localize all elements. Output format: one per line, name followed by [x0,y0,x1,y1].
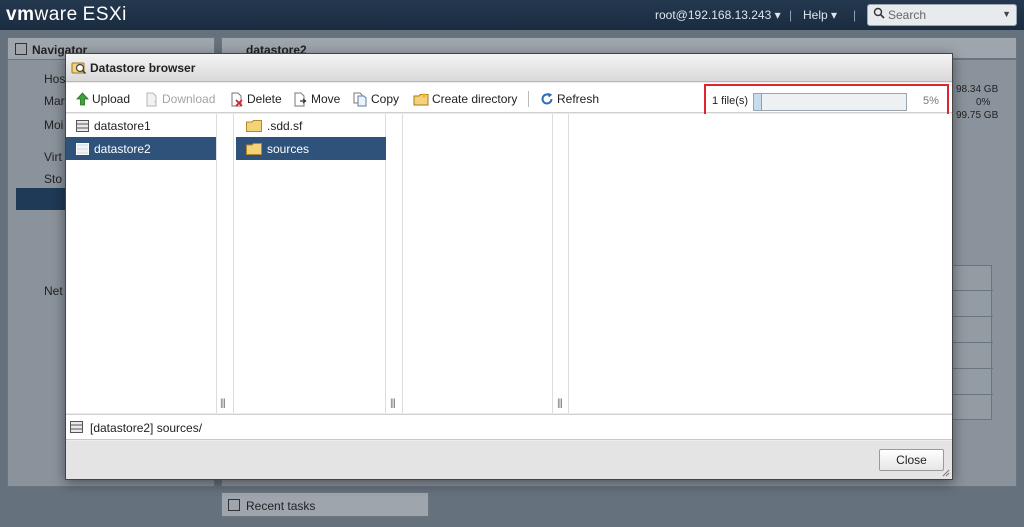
dialog-title: Datastore browser [90,61,196,75]
folder-row-sdd-sf[interactable]: .sdd.sf [236,114,386,137]
datastore-browser-dialog: Datastore browser Upload Download Delete… [65,53,953,480]
move-label: Move [311,92,341,106]
delete-button[interactable]: Delete [230,91,282,107]
brand-esxi: ESXi [82,4,127,25]
delete-label: Delete [247,92,282,106]
stat-capacity: 98.34 GB [956,84,999,95]
copy-files-icon [353,92,367,106]
datastore-browser-icon [71,62,87,75]
upload-progress-fill [754,94,762,110]
brand-vm: vm [6,4,35,25]
download-button[interactable]: Download [145,91,215,107]
nav-item-monitor[interactable]: Moi [44,118,63,132]
datastore-name: datastore2 [94,141,151,156]
upload-percent: 5% [923,95,939,107]
detail-column [568,114,952,413]
browser-toolbar: Upload Download Delete Move Copy Create … [66,83,952,120]
column-resize-grip[interactable]: ||| [557,398,563,409]
vmware-esxi-logo: vmware ESXi [6,4,127,26]
upload-arrow-icon [76,92,89,106]
top-separator-2: | [853,8,857,22]
delete-file-icon [231,92,243,107]
column-resize-grip[interactable]: ||| [220,398,226,409]
top-separator: | [789,8,793,22]
new-folder-icon [413,92,429,106]
dialog-footer: Close [66,441,952,479]
download-label: Download [162,92,216,106]
background-table [952,265,993,420]
current-path: [datastore2] sources/ [90,421,203,435]
recent-tasks-icon [228,499,240,511]
nav-item-manage[interactable]: Mar [44,94,65,108]
download-file-icon [146,92,157,106]
toolbar-separator [528,91,529,107]
upload-progress-bar [753,93,907,111]
dialog-title-bar: Datastore browser [66,54,952,82]
search-input[interactable]: Search ▼ [867,4,1017,26]
folder-column: .sdd.sf sources ||| [233,114,396,413]
nav-item-networking[interactable]: Net [44,284,63,298]
folder-row-sources[interactable]: sources [236,137,386,160]
folder-icon [246,142,262,155]
datastore-column: datastore1 datastore2 ||| [66,114,226,413]
upload-label: Upload [92,92,131,106]
browser-columns: datastore1 datastore2 ||| .sdd.sf source… [66,114,952,413]
nav-item-virtual-machines[interactable]: Virt [44,150,62,164]
datastore-icon [70,421,83,433]
upload-file-count: 1 file(s) [712,95,749,107]
brand-ware: ware [34,4,78,25]
search-icon [873,7,885,19]
copy-label: Copy [371,92,400,106]
user-menu[interactable]: root@192.168.13.243 ▾ [655,8,781,22]
stat-used-percent: 0% [976,97,991,108]
datastore-row-datastore1[interactable]: datastore1 [66,114,216,137]
copy-button[interactable]: Copy [353,91,399,107]
column-resize-grip[interactable]: ||| [390,398,396,409]
help-menu[interactable]: Help ▾ [803,8,837,22]
refresh-icon [541,92,553,105]
datastore-name: datastore1 [94,118,151,133]
resize-grip-icon[interactable] [942,469,950,477]
nav-item-host[interactable]: Hos [44,72,65,86]
upload-button[interactable]: Upload [76,91,130,107]
create-directory-button[interactable]: Create directory [413,91,517,107]
top-bar: vmware ESXi root@192.168.13.243 ▾ | Help … [0,0,1024,30]
navigator-icon [15,43,27,55]
move-file-icon [294,92,307,106]
path-bar: [datastore2] sources/ [66,414,952,440]
search-placeholder: Search [888,8,927,22]
close-button[interactable]: Close [879,449,944,471]
recent-tasks-label: Recent tasks [246,499,316,513]
folder-icon [246,119,262,132]
nav-item-storage[interactable]: Sto [44,172,62,186]
datastore-icon [76,119,89,132]
contents-column: ||| [402,114,563,413]
folder-name: .sdd.sf [267,118,303,133]
chevron-down-icon: ▼ [1002,9,1011,19]
move-button[interactable]: Move [293,91,340,107]
folder-name: sources [267,141,310,156]
recent-tasks-tab[interactable]: Recent tasks [221,492,429,517]
refresh-button[interactable]: Refresh [540,91,599,107]
create-directory-label: Create directory [432,92,518,106]
stat-free: 99.75 GB [956,110,999,121]
refresh-label: Refresh [557,92,600,106]
datastore-icon [76,142,89,155]
datastore-row-datastore2[interactable]: datastore2 [66,137,216,160]
